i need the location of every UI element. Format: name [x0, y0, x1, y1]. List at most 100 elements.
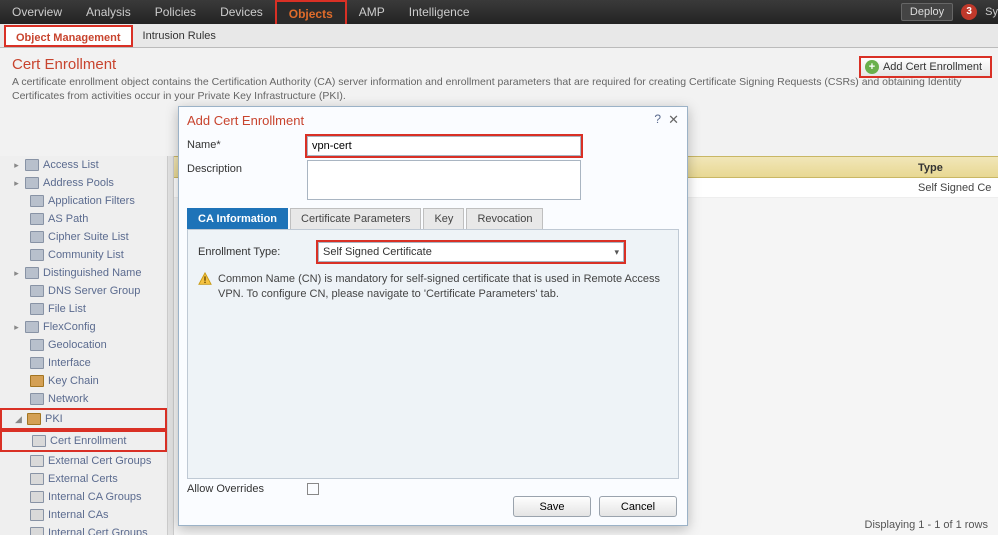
tree-item-pki[interactable]: ◢PKI	[0, 408, 167, 430]
tree-label: External Cert Groups	[48, 454, 151, 468]
tree-icon	[30, 527, 44, 535]
description-input[interactable]	[307, 160, 581, 200]
tree-label: External Certs	[48, 472, 118, 486]
name-input[interactable]	[307, 136, 581, 156]
tree-icon	[25, 177, 39, 189]
tree-label: Interface	[48, 356, 91, 370]
cell-type: Self Signed Ce	[918, 178, 998, 197]
tree-label: DNS Server Group	[48, 284, 140, 298]
save-button[interactable]: Save	[513, 496, 591, 517]
close-icon[interactable]: ✕	[668, 112, 679, 128]
allow-overrides-label: Allow Overrides	[187, 483, 307, 495]
cancel-button[interactable]: Cancel	[599, 496, 677, 517]
tree-item-internal-cas[interactable]: Internal CAs	[0, 506, 167, 524]
tree-icon	[30, 455, 44, 467]
expand-icon[interactable]: ▸	[12, 158, 21, 172]
tree-label: Cert Enrollment	[50, 434, 126, 448]
tree-item-geolocation[interactable]: Geolocation	[0, 336, 167, 354]
expand-icon[interactable]: ▸	[12, 176, 21, 190]
tree-item-file-list[interactable]: File List	[0, 300, 167, 318]
tree-icon	[30, 375, 44, 387]
tab-overview[interactable]: Overview	[0, 0, 74, 24]
tree-item-cipher-suite-list[interactable]: Cipher Suite List	[0, 228, 167, 246]
chevron-down-icon: ▾	[614, 247, 619, 258]
tab-objects[interactable]: Objects	[275, 0, 347, 24]
tree-item-external-cert-groups[interactable]: External Cert Groups	[0, 452, 167, 470]
pager-text: Displaying 1 - 1 of 1 rows	[865, 519, 989, 531]
enrollment-type-value: Self Signed Certificate	[323, 246, 432, 258]
tree-item-interface[interactable]: Interface	[0, 354, 167, 372]
tree-icon	[30, 491, 44, 503]
subtab-object-management[interactable]: Object Management	[4, 25, 133, 47]
tree-icon	[30, 339, 44, 351]
description-label: Description	[187, 160, 307, 175]
tree-item-access-list[interactable]: ▸ Access List	[0, 156, 167, 174]
tree-icon	[30, 393, 44, 405]
sub-navbar: Object Management Intrusion Rules	[0, 24, 998, 48]
tree-icon	[30, 473, 44, 485]
enrollment-type-select[interactable]: Self Signed Certificate ▾	[316, 240, 626, 264]
tree-item-internal-cert-groups[interactable]: Internal Cert Groups	[0, 524, 167, 535]
help-icon[interactable]: ?	[654, 112, 661, 126]
col-type[interactable]: Type	[918, 157, 998, 177]
tree-label: Community List	[48, 248, 124, 262]
tree-icon	[27, 413, 41, 425]
tree-label: Internal CAs	[48, 508, 109, 522]
expand-icon[interactable]: ◢	[14, 412, 23, 426]
warning-text: Common Name (CN) is mandatory for self-s…	[218, 272, 668, 303]
allow-overrides-checkbox[interactable]	[307, 483, 319, 495]
warning-message: Common Name (CN) is mandatory for self-s…	[198, 272, 668, 303]
expand-icon[interactable]: ▸	[12, 266, 21, 280]
tab-policies[interactable]: Policies	[143, 0, 208, 24]
tab-intelligence[interactable]: Intelligence	[397, 0, 482, 24]
tree-label: Address Pools	[43, 176, 114, 190]
tree-item-dns-server-group[interactable]: DNS Server Group	[0, 282, 167, 300]
tab-key[interactable]: Key	[423, 208, 464, 229]
tab-devices[interactable]: Devices	[208, 0, 275, 24]
tree-item-community-list[interactable]: Community List	[0, 246, 167, 264]
add-cert-enrollment-button[interactable]: + Add Cert Enrollment	[859, 56, 992, 78]
tree-item-as-path[interactable]: AS Path	[0, 210, 167, 228]
tree-item-cert-enrollment[interactable]: Cert Enrollment	[0, 430, 167, 452]
tree-icon	[30, 231, 44, 243]
tree-item-address-pools[interactable]: ▸ Address Pools	[0, 174, 167, 192]
tree-label: Key Chain	[48, 374, 99, 388]
tab-certificate-parameters[interactable]: Certificate Parameters	[290, 208, 421, 229]
tree-label: Internal CA Groups	[48, 490, 142, 504]
tree-item-distinguished-name[interactable]: ▸ Distinguished Name	[0, 264, 167, 282]
tree-icon	[30, 249, 44, 261]
tab-amp[interactable]: AMP	[347, 0, 397, 24]
page-title: Cert Enrollment	[0, 48, 998, 75]
add-cert-enrollment-dialog: Add Cert Enrollment ? ✕ Name* Descriptio…	[178, 106, 688, 526]
tree-label: Application Filters	[48, 194, 135, 208]
expand-icon[interactable]: ▸	[12, 320, 21, 334]
tree-label: Internal Cert Groups	[48, 526, 148, 535]
tree-icon	[30, 509, 44, 521]
tree-label: Distinguished Name	[43, 266, 141, 280]
tree-label: Cipher Suite List	[48, 230, 129, 244]
tree-label: FlexConfig	[43, 320, 96, 334]
tree-item-application-filters[interactable]: Application Filters	[0, 192, 167, 210]
dialog-tabs: CA Information Certificate Parameters Ke…	[187, 208, 679, 229]
page-description: A certificate enrollment object contains…	[0, 75, 998, 109]
dialog-title: Add Cert Enrollment	[179, 107, 687, 134]
tree-item-key-chain[interactable]: Key Chain	[0, 372, 167, 390]
deploy-button[interactable]: Deploy	[901, 3, 953, 21]
tree-icon	[30, 195, 44, 207]
add-button-label: Add Cert Enrollment	[883, 61, 982, 73]
tree-item-network[interactable]: Network	[0, 390, 167, 408]
tab-ca-information[interactable]: CA Information	[187, 208, 288, 229]
tree-icon	[30, 303, 44, 315]
top-navbar: Overview Analysis Policies Devices Objec…	[0, 0, 998, 24]
tree-item-external-certs[interactable]: External Certs	[0, 470, 167, 488]
tab-analysis[interactable]: Analysis	[74, 0, 143, 24]
tree-icon	[32, 435, 46, 447]
tab-revocation[interactable]: Revocation	[466, 208, 543, 229]
subtab-intrusion-rules[interactable]: Intrusion Rules	[133, 25, 226, 47]
tree-item-internal-ca-groups[interactable]: Internal CA Groups	[0, 488, 167, 506]
tree-label: Access List	[43, 158, 99, 172]
tree-icon	[30, 285, 44, 297]
system-menu[interactable]: Sy	[985, 0, 998, 24]
alerts-badge[interactable]: 3	[961, 4, 977, 20]
tree-item-flexconfig[interactable]: ▸ FlexConfig	[0, 318, 167, 336]
